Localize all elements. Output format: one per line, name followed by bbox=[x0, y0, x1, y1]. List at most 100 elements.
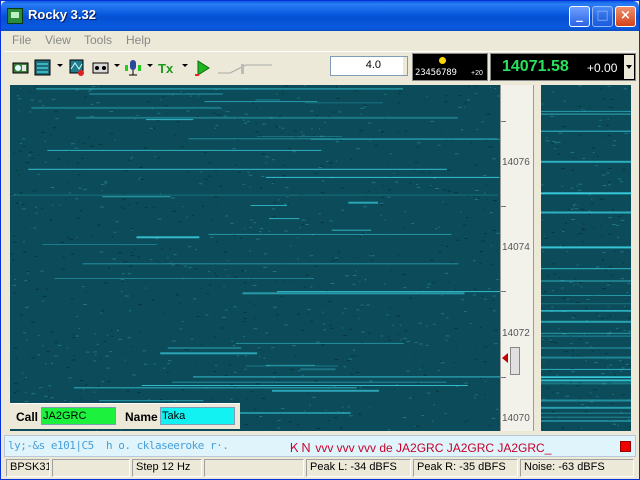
noise-speck bbox=[562, 297, 567, 299]
zoom-input[interactable]: 4.0 bbox=[330, 56, 408, 76]
macro-icon[interactable] bbox=[10, 57, 30, 77]
frequency-scale[interactable]: 14076 14074 14072 14070 bbox=[500, 85, 534, 431]
noise-speck bbox=[345, 275, 349, 277]
noise-speck bbox=[368, 122, 372, 124]
level-db: +20 bbox=[471, 70, 483, 77]
minimize-button[interactable]: _ bbox=[569, 6, 590, 27]
noise-speck bbox=[154, 156, 156, 158]
zoom-spinner[interactable] bbox=[403, 57, 407, 75]
noise-speck bbox=[404, 330, 408, 332]
receive-text-area[interactable]: ly;-&s e101|C5 h o. cklaseeroke r·. ＫＮ v… bbox=[4, 435, 636, 457]
noise-speck bbox=[120, 279, 125, 281]
menu-tools[interactable]: Tools bbox=[84, 33, 112, 47]
noise-speck bbox=[486, 198, 488, 200]
maximize-button[interactable]: □ bbox=[592, 6, 613, 27]
noise-speck bbox=[620, 219, 625, 221]
menu-help[interactable]: Help bbox=[126, 33, 151, 47]
noise-speck bbox=[31, 357, 36, 359]
noise-speck bbox=[416, 146, 419, 148]
noise-speck bbox=[97, 224, 101, 226]
noise-speck bbox=[104, 282, 108, 284]
noise-speck bbox=[73, 334, 75, 336]
noise-speck bbox=[179, 328, 182, 330]
noise-speck bbox=[608, 233, 612, 235]
noise-speck bbox=[611, 422, 613, 424]
noise-speck bbox=[171, 197, 175, 199]
scale-label: 14074 bbox=[502, 242, 530, 253]
noise-speck bbox=[15, 357, 18, 359]
name-field[interactable]: Taka bbox=[160, 407, 235, 425]
noise-speck bbox=[49, 219, 52, 221]
noise-speck bbox=[578, 183, 583, 185]
noise-speck bbox=[103, 181, 108, 183]
noise-speck bbox=[389, 153, 392, 155]
title-bar[interactable]: Rocky 3.32 _ □ × bbox=[1, 1, 639, 31]
stop-icon[interactable] bbox=[620, 441, 631, 452]
signal-trace bbox=[272, 389, 379, 392]
noise-speck bbox=[600, 225, 602, 227]
noise-speck bbox=[16, 169, 18, 171]
frequency-display[interactable]: 14071.58 +0.00 bbox=[490, 53, 636, 81]
noise-speck bbox=[581, 404, 584, 406]
noise-speck bbox=[247, 121, 250, 122]
side-waterfall[interactable] bbox=[541, 85, 631, 431]
noise-speck bbox=[481, 240, 486, 242]
tx-dropdown-icon[interactable] bbox=[182, 64, 188, 67]
tuning-cursor-icon[interactable] bbox=[502, 353, 508, 363]
noise-speck bbox=[629, 285, 631, 287]
noise-speck bbox=[84, 96, 87, 98]
noise-speck bbox=[627, 330, 631, 332]
noise-speck bbox=[612, 224, 617, 225]
noise-speck bbox=[614, 374, 617, 376]
frequency-dropdown-icon[interactable] bbox=[624, 55, 634, 79]
noise-speck bbox=[610, 274, 613, 276]
afc-icon[interactable] bbox=[66, 57, 86, 77]
noise-speck bbox=[117, 252, 122, 254]
noise-speck bbox=[38, 387, 43, 389]
noise-speck bbox=[24, 400, 29, 402]
tape-dropdown-icon[interactable] bbox=[114, 64, 120, 67]
tuning-slider-thumb[interactable] bbox=[510, 347, 520, 375]
noise-speck bbox=[551, 411, 555, 412]
noise-speck bbox=[210, 236, 214, 238]
noise-speck bbox=[437, 369, 440, 371]
mic-icon[interactable] bbox=[122, 57, 142, 77]
noise-speck bbox=[475, 164, 478, 166]
tx-icon[interactable]: Tx bbox=[156, 57, 176, 77]
noise-speck bbox=[268, 230, 271, 232]
noise-speck bbox=[191, 214, 195, 216]
noise-speck bbox=[197, 95, 200, 97]
noise-speck bbox=[612, 144, 616, 146]
noise-speck bbox=[129, 383, 132, 385]
noise-speck bbox=[212, 112, 216, 114]
squelch-icon[interactable] bbox=[214, 57, 274, 77]
noise-speck bbox=[440, 362, 445, 364]
noise-speck bbox=[66, 347, 69, 349]
noise-speck bbox=[72, 337, 76, 339]
noise-speck bbox=[93, 360, 96, 362]
close-button[interactable]: × bbox=[615, 6, 636, 27]
noise-speck bbox=[24, 280, 28, 282]
noise-speck bbox=[107, 380, 111, 382]
menu-file[interactable]: File bbox=[12, 33, 31, 47]
tape-icon[interactable] bbox=[90, 57, 110, 77]
noise-speck bbox=[180, 146, 184, 148]
frequency-offset: +0.00 bbox=[587, 61, 618, 75]
noise-speck bbox=[215, 275, 219, 277]
call-field[interactable]: JA2GRC bbox=[41, 407, 116, 425]
level-digits: 23456789 bbox=[415, 68, 457, 78]
mic-dropdown-icon[interactable] bbox=[147, 64, 153, 67]
noise-speck bbox=[273, 181, 275, 183]
menu-view[interactable]: View bbox=[45, 33, 71, 47]
noise-speck bbox=[475, 190, 479, 191]
noise-speck bbox=[489, 86, 491, 88]
noise-speck bbox=[333, 385, 336, 387]
waterfall-display[interactable] bbox=[10, 85, 500, 431]
waterfall-icon[interactable] bbox=[32, 57, 52, 77]
noise-speck bbox=[598, 315, 600, 317]
waterfall-dropdown-icon[interactable] bbox=[57, 64, 63, 67]
play-icon[interactable] bbox=[192, 57, 212, 77]
noise-speck bbox=[29, 151, 33, 153]
noise-speck bbox=[91, 86, 96, 87]
signal-trace bbox=[11, 194, 498, 196]
